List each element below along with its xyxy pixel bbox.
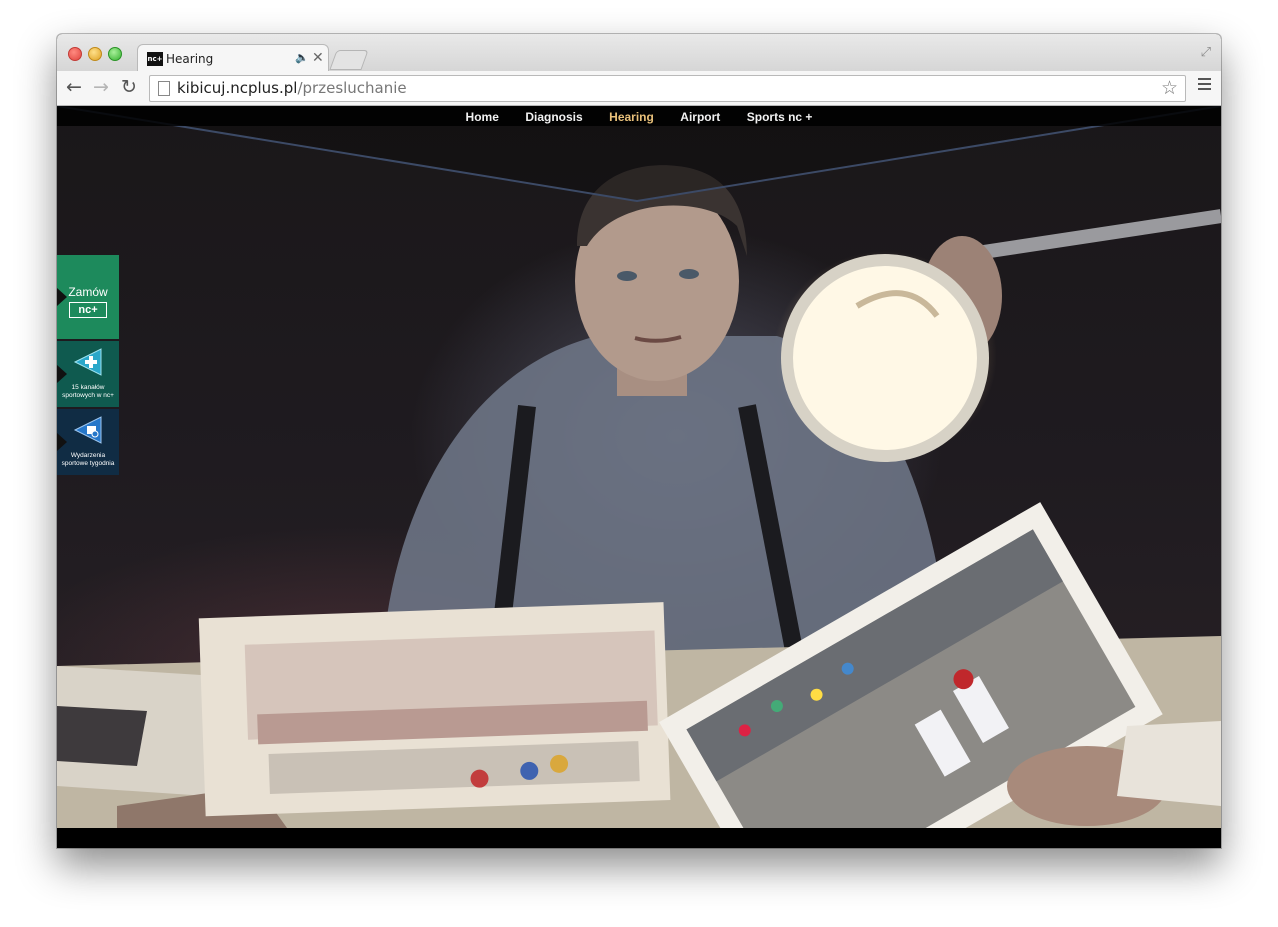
- video-bottom-bar: [57, 828, 1221, 848]
- sport-channels-button[interactable]: 15 kanałów sportowych w nc+: [57, 341, 119, 407]
- nav-diagnosis[interactable]: Diagnosis: [525, 110, 582, 124]
- nav-sports-nc-plus[interactable]: Sports nc +: [747, 110, 813, 124]
- forward-button[interactable]: →: [93, 76, 109, 98]
- add-channels-icon: [73, 348, 102, 376]
- address-bar[interactable]: kibicuj.ncplus.pl/przesluchanie ☆: [149, 75, 1186, 102]
- sport-events-icon: [73, 416, 102, 444]
- reload-button[interactable]: ↻: [121, 76, 137, 98]
- fullscreen-icon[interactable]: ⤢: [1201, 44, 1211, 60]
- page-icon: [158, 81, 170, 96]
- side-promo-panel: Zamów nc+ 15 kanałów sportowych w nc+ Wy…: [57, 255, 119, 477]
- speaker-icon[interactable]: 🔈: [295, 51, 309, 64]
- nav-home[interactable]: Home: [466, 110, 499, 124]
- close-window-button[interactable]: [68, 47, 82, 61]
- back-button[interactable]: ←: [66, 76, 82, 98]
- nc-plus-logo: nc+: [69, 302, 107, 318]
- promo-arrow-icon: [57, 433, 67, 451]
- url-text[interactable]: kibicuj.ncplus.pl/przesluchanie: [177, 79, 407, 97]
- tab-hearing[interactable]: nc+ Hearing 🔈 ✕: [137, 44, 329, 72]
- browser-window: nc+ Hearing 🔈 ✕ ⤢ ← → ↻ kibicuj.ncplus.p…: [57, 34, 1221, 848]
- sport-events-button[interactable]: Wydarzenia sportowe tygodnia: [57, 409, 119, 475]
- browser-toolbar: ← → ↻ kibicuj.ncplus.pl/przesluchanie ☆: [57, 71, 1221, 106]
- tab-title: Hearing: [166, 52, 214, 66]
- favicon-icon: nc+: [147, 52, 163, 66]
- nav-airport[interactable]: Airport: [680, 110, 720, 124]
- hero-illustration: [57, 106, 1221, 828]
- new-tab-button[interactable]: [329, 50, 369, 70]
- page-viewport: Home Diagnosis Hearing Airport Sports nc…: [57, 106, 1221, 848]
- tab-bar: nc+ Hearing 🔈 ✕ ⤢: [57, 34, 1221, 72]
- nav-hearing[interactable]: Hearing: [609, 110, 654, 124]
- promo-arrow-icon: [57, 365, 67, 383]
- site-nav: Home Diagnosis Hearing Airport Sports nc…: [57, 106, 1221, 126]
- zoom-window-button[interactable]: [108, 47, 122, 61]
- bookmark-star-icon[interactable]: ☆: [1161, 77, 1178, 100]
- minimize-window-button[interactable]: [88, 47, 102, 61]
- site-nav-links: Home Diagnosis Hearing Airport Sports nc…: [57, 108, 1221, 126]
- hero-video-frame[interactable]: [57, 106, 1221, 828]
- order-nc-plus-button[interactable]: Zamów nc+: [57, 255, 119, 339]
- close-tab-icon[interactable]: ✕: [312, 49, 324, 66]
- browser-menu-icon[interactable]: [1198, 78, 1211, 93]
